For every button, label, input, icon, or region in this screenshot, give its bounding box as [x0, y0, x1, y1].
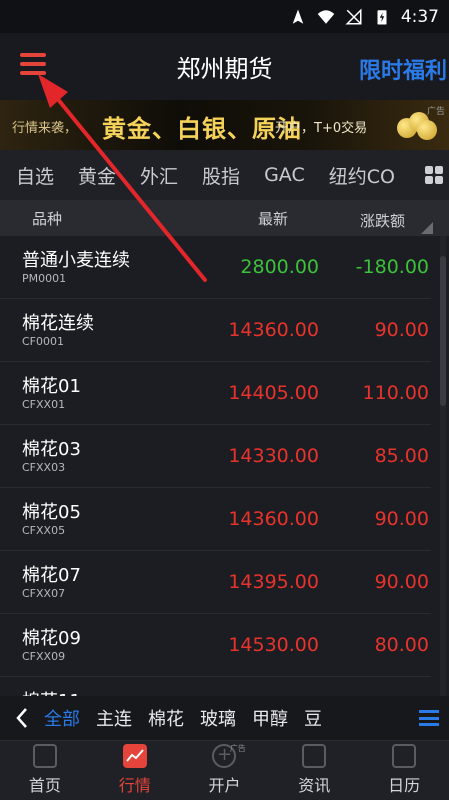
filter-back-button[interactable]: [0, 696, 44, 740]
status-bar: 4:37: [0, 0, 449, 33]
table-row[interactable]: 棉花连续 CF0001 14360.00 90.00: [0, 299, 431, 362]
banner-lead: 行情来袭，: [12, 121, 78, 136]
tab-gold[interactable]: 黄金: [66, 162, 128, 189]
scrollbar[interactable]: [440, 236, 446, 696]
table-row[interactable]: 棉花09 CFXX09 14530.00 80.00: [0, 614, 431, 677]
location-icon: [292, 9, 304, 24]
category-tabs: 自选 黄金 外汇 股指 GAC 纽约CO: [0, 150, 449, 200]
banner-tail: 开户，T+0交易: [275, 121, 368, 136]
table-row[interactable]: 棉花03 CFXX03 14330.00 85.00: [0, 425, 431, 488]
bottom-nav: 首页 行情 + 开户 广告 资讯 日历: [0, 740, 449, 800]
nav-item[interactable]: + 开户 广告: [180, 741, 270, 800]
column-name[interactable]: 品种: [32, 208, 62, 229]
price-change: 85.00: [374, 445, 429, 467]
instrument-code: CFXX07: [22, 587, 66, 600]
promo-banner[interactable]: 行情来袭， 黄金、白银、原油 开户，T+0交易 广告: [0, 100, 449, 150]
clock: 4:37: [400, 6, 439, 27]
instrument-code: CF0001: [22, 335, 65, 348]
chevron-left-icon: [16, 708, 27, 728]
price-change: 90.00: [374, 571, 429, 593]
column-price[interactable]: 最新: [258, 208, 288, 229]
filter-chip[interactable]: 主连: [96, 705, 148, 731]
nav-label: 开户: [208, 776, 241, 795]
ad-badge: 广告: [229, 744, 246, 753]
last-price: 14330.00: [228, 445, 319, 467]
quote-list[interactable]: 普通小麦连续 PM0001 2800.00 -180.00 棉花连续 CF0001 1436…: [0, 236, 449, 696]
table-row[interactable]: 普通小麦连续 PM0001 2800.00 -180.00: [0, 236, 431, 299]
nav-item[interactable]: 资讯: [269, 741, 359, 800]
tab-index[interactable]: 股指: [190, 162, 252, 189]
calendar-icon: [392, 744, 417, 768]
table-row[interactable]: 棉花11: [0, 677, 431, 696]
battery-charging-icon: [377, 9, 387, 24]
category-more-button[interactable]: [419, 150, 449, 200]
tab-gac[interactable]: GAC: [252, 164, 317, 186]
last-price: 14395.00: [228, 571, 319, 593]
instrument-name: 棉花07: [22, 565, 81, 586]
nav-label: 日历: [388, 776, 421, 795]
instrument-name: 棉花05: [22, 502, 81, 523]
filter-chip[interactable]: 棉花: [148, 705, 200, 731]
instrument-name: 棉花11: [22, 687, 81, 696]
instrument-name: 棉花03: [22, 439, 81, 460]
last-price: 14405.00: [228, 382, 319, 404]
price-change: -180.00: [355, 256, 429, 278]
tab-nymex[interactable]: 纽约CO: [317, 162, 407, 189]
nav-item[interactable]: 首页: [0, 741, 90, 800]
price-change: 90.00: [374, 319, 429, 341]
filter-list-button[interactable]: [419, 710, 439, 726]
instrument-code: CFXX03: [22, 461, 66, 474]
instrument-name: 普通小麦连续: [22, 250, 130, 271]
instrument-name: 棉花连续: [22, 313, 94, 334]
app-header: 郑州期货 限时福利: [0, 33, 449, 100]
filter-chip[interactable]: 豆: [304, 705, 338, 731]
gold-coins-icon: [397, 110, 437, 140]
filter-chip[interactable]: 玻璃: [200, 705, 252, 731]
tab-forex[interactable]: 外汇: [128, 162, 190, 189]
instrument-name: 棉花01: [22, 376, 81, 397]
instrument-code: PM0001: [22, 272, 67, 285]
price-change: 110.00: [362, 382, 429, 404]
last-price: 14360.00: [228, 319, 319, 341]
news-icon: [302, 744, 327, 768]
banner-headline: 黄金、白银、原油: [102, 115, 302, 143]
instrument-name: 棉花09: [22, 628, 81, 649]
scrollbar-thumb[interactable]: [440, 256, 446, 406]
table-row[interactable]: 棉花01 CFXX01 14405.00 110.00: [0, 362, 431, 425]
wifi-icon: [317, 9, 335, 24]
filter-chip[interactable]: 全部: [44, 705, 96, 731]
price-change: 80.00: [374, 634, 429, 656]
last-price: 14530.00: [228, 634, 319, 656]
column-header: 品种 最新 涨跌额: [0, 200, 449, 236]
nav-label: 行情: [118, 776, 151, 795]
instrument-code: CFXX05: [22, 524, 66, 537]
chart-icon: [122, 744, 147, 768]
nav-item[interactable]: 行情: [90, 741, 180, 800]
grid-icon: [425, 166, 443, 184]
filter-chip[interactable]: 甲醇: [252, 705, 304, 731]
table-row[interactable]: 棉花05 CFXX05 14360.00 90.00: [0, 488, 431, 551]
tab-watchlist[interactable]: 自选: [0, 162, 66, 189]
last-price: 2800.00: [240, 256, 319, 278]
limited-benefit-link[interactable]: 限时福利: [359, 53, 447, 85]
no-signal-icon: [345, 7, 362, 24]
column-change[interactable]: 涨跌额: [360, 210, 405, 231]
price-change: 90.00: [374, 508, 429, 530]
table-row[interactable]: 棉花07 CFXX07 14395.00 90.00: [0, 551, 431, 614]
nav-item[interactable]: 日历: [359, 741, 449, 800]
instrument-code: CFXX09: [22, 650, 66, 663]
home-icon: [32, 744, 57, 768]
sort-corner-icon: [421, 222, 433, 234]
filter-bar: 全部 主连 棉花 玻璃 甲醇豆: [0, 696, 449, 740]
instrument-code: CFXX01: [22, 398, 66, 411]
nav-label: 资讯: [298, 776, 331, 795]
last-price: 14360.00: [228, 508, 319, 530]
nav-label: 首页: [28, 776, 61, 795]
